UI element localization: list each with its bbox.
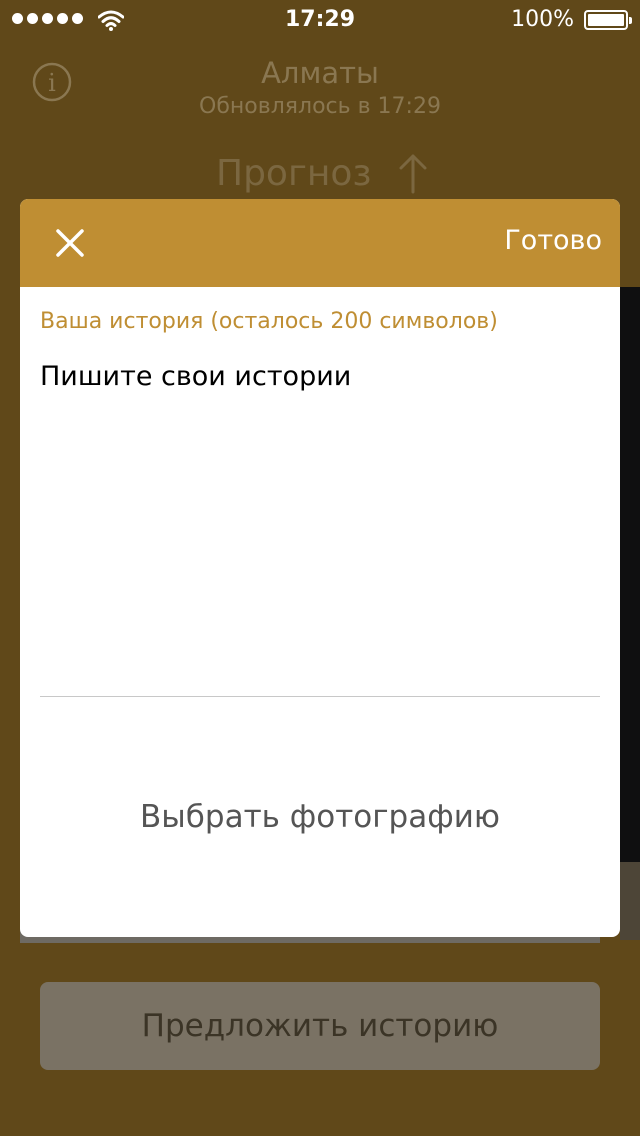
suggest-story-button[interactable]: Предложить историю bbox=[40, 982, 600, 1070]
battery-icon bbox=[584, 10, 632, 30]
arrow-up-icon bbox=[399, 154, 427, 194]
divider bbox=[40, 696, 600, 697]
battery-percent: 100% bbox=[511, 7, 574, 32]
story-input[interactable]: Пишите свои истории bbox=[40, 361, 351, 392]
modal-header: Готово bbox=[20, 199, 620, 287]
background-panel-edge bbox=[620, 862, 640, 940]
forecast-label: Прогноз bbox=[216, 152, 372, 194]
updated-time: Обновлялось в 17:29 bbox=[199, 94, 441, 119]
story-modal: Готово Ваша история (осталось 200 символ… bbox=[20, 199, 620, 937]
choose-photo-button[interactable]: Выбрать фотографию bbox=[20, 799, 620, 835]
background-panel-edge bbox=[620, 287, 640, 862]
close-icon[interactable] bbox=[52, 225, 88, 261]
forecast-tab[interactable]: Прогноз bbox=[216, 152, 428, 194]
done-button[interactable]: Готово bbox=[504, 225, 602, 256]
story-label: Ваша история (осталось 200 символов) bbox=[40, 309, 498, 334]
status-bar: 17:29 100% bbox=[0, 0, 640, 40]
city-title: Алматы bbox=[261, 56, 379, 90]
